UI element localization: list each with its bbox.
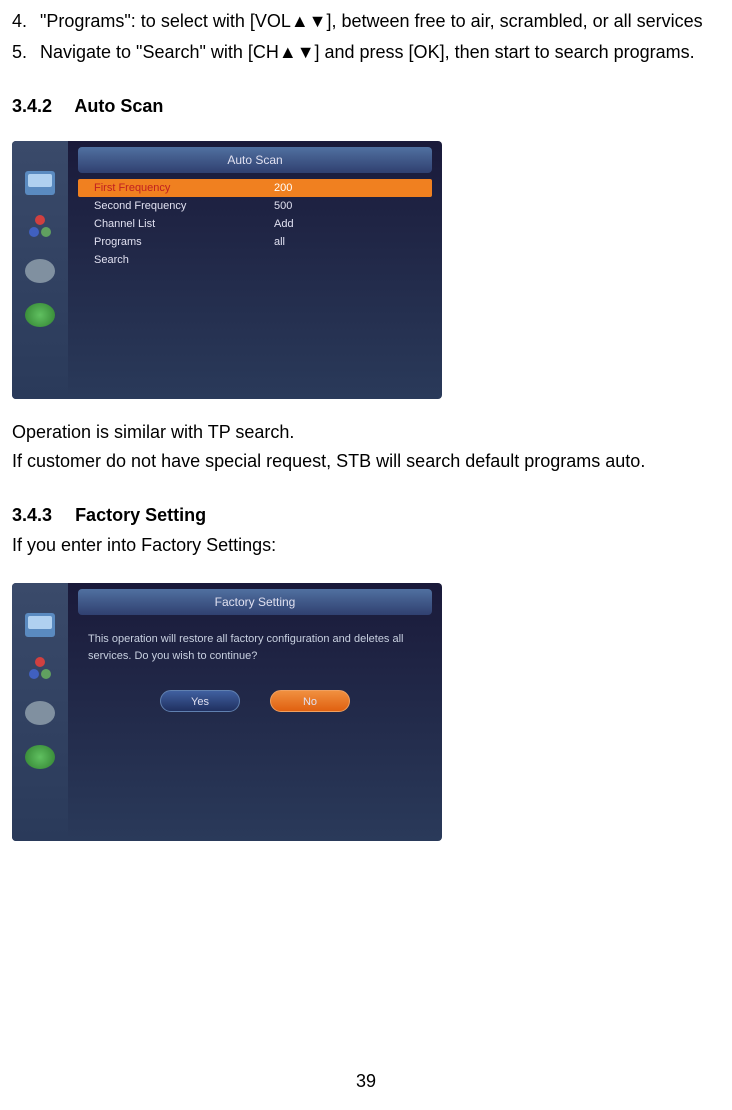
screenshot-title: Factory Setting	[78, 589, 432, 615]
auto-scan-screenshot: Auto Scan First Frequency 200 Second Fre…	[12, 141, 442, 399]
yes-button: Yes	[160, 690, 240, 712]
row-label: Programs	[94, 236, 274, 248]
section-number: 3.4.3	[12, 505, 52, 525]
no-button: No	[270, 690, 350, 712]
list-text: Navigate to "Search" with [CH▲▼] and pre…	[40, 39, 720, 66]
page-number: 39	[0, 1071, 732, 1092]
disc-icon	[25, 745, 55, 769]
row-value: 200	[274, 182, 416, 194]
list-number: 5.	[12, 39, 40, 66]
monitor-icon	[25, 171, 55, 195]
paragraph-default: If customer do not have special request,…	[12, 448, 720, 475]
menu-row-channel-list: Channel List Add	[78, 215, 432, 233]
row-label: Second Frequency	[94, 200, 274, 212]
factory-buttons: Yes No	[68, 690, 442, 712]
disc-icon	[25, 303, 55, 327]
row-value: Add	[274, 218, 416, 230]
paragraph-factory-intro: If you enter into Factory Settings:	[12, 532, 720, 559]
balls-icon	[25, 657, 55, 681]
row-label: Search	[94, 254, 274, 266]
balls-icon	[25, 215, 55, 239]
row-value: all	[274, 236, 416, 248]
factory-setting-screenshot: Factory Setting This operation will rest…	[12, 583, 442, 841]
screenshot-sidebar	[12, 141, 68, 399]
factory-message: This operation will restore all factory …	[68, 621, 442, 674]
section-title: Factory Setting	[75, 505, 206, 525]
menu-row-search: Search	[78, 251, 432, 269]
list-item-5: 5. Navigate to "Search" with [CH▲▼] and …	[12, 39, 720, 66]
screenshot-title: Auto Scan	[78, 147, 432, 173]
menu-row-second-frequency: Second Frequency 500	[78, 197, 432, 215]
list-item-4: 4. "Programs": to select with [VOL▲▼], b…	[12, 8, 720, 35]
tools-icon	[25, 701, 55, 725]
row-value: 500	[274, 200, 416, 212]
screenshot-main: Auto Scan First Frequency 200 Second Fre…	[68, 141, 442, 399]
section-heading-342: 3.4.2 Auto Scan	[12, 96, 720, 117]
list-text: "Programs": to select with [VOL▲▼], betw…	[40, 8, 720, 35]
screenshot-sidebar	[12, 583, 68, 841]
section-number: 3.4.2	[12, 96, 52, 116]
row-value	[274, 254, 416, 266]
row-label: Channel List	[94, 218, 274, 230]
screenshot-content: First Frequency 200 Second Frequency 500…	[68, 179, 442, 269]
row-label: First Frequency	[94, 182, 274, 194]
tools-icon	[25, 259, 55, 283]
screenshot-main: Factory Setting This operation will rest…	[68, 583, 442, 841]
menu-row-programs: Programs all	[78, 233, 432, 251]
menu-row-first-frequency: First Frequency 200	[78, 179, 432, 197]
paragraph-operation: Operation is similar with TP search.	[12, 419, 720, 446]
section-heading-343: 3.4.3 Factory Setting	[12, 505, 720, 526]
section-title: Auto Scan	[74, 96, 163, 116]
list-number: 4.	[12, 8, 40, 35]
monitor-icon	[25, 613, 55, 637]
